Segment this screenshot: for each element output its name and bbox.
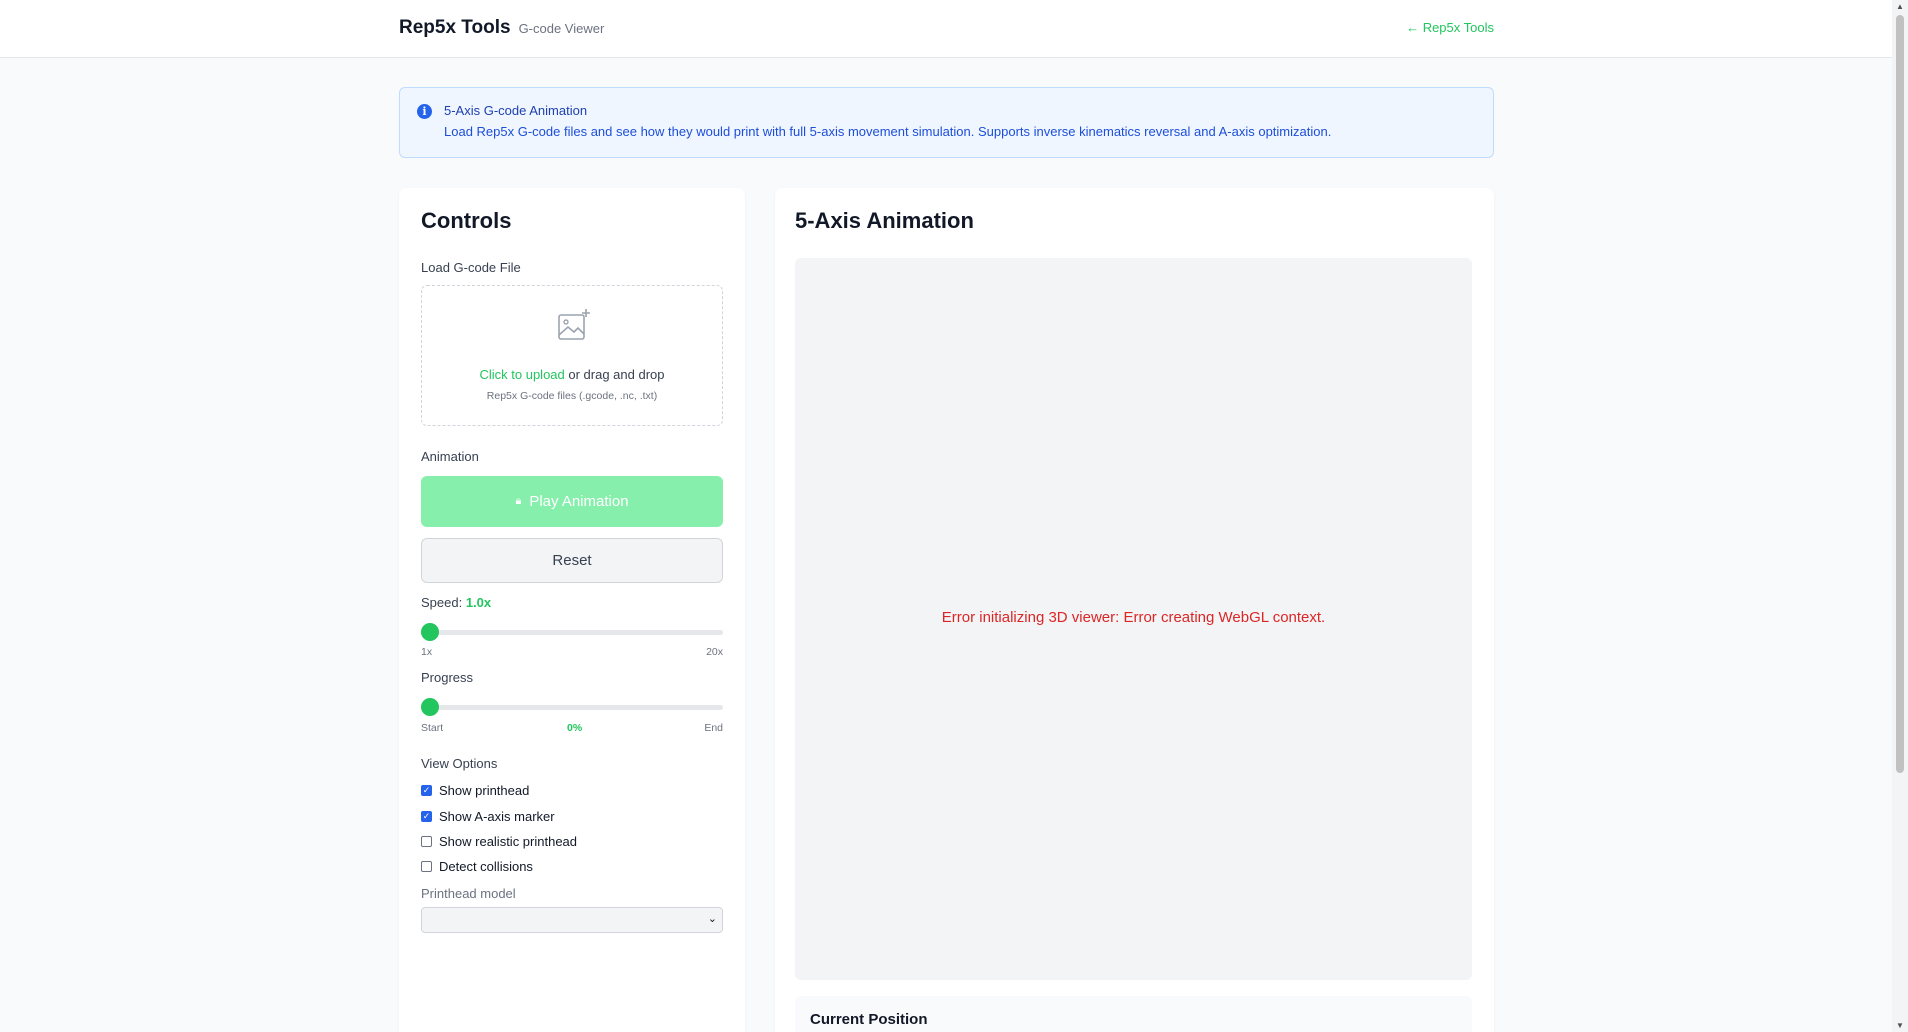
play-animation-label: Play Animation (529, 493, 629, 510)
3d-viewer[interactable]: Error initializing 3D viewer: Error crea… (795, 258, 1472, 980)
view-options-label: View Options (421, 756, 498, 771)
speed-min-label: 1x (421, 646, 433, 658)
view-option-label: Detect collisions (439, 859, 533, 874)
printhead-model-select[interactable]: ⌄ (421, 907, 723, 933)
speed-slider[interactable] (421, 623, 723, 641)
view-option-row[interactable]: ✓ Show A-axis marker (421, 809, 555, 824)
controls-panel: Controls Load G-code File Click to uploa… (399, 188, 745, 1032)
speed-value: 1.0x (465, 595, 492, 610)
viewer-error-message: Error initializing 3D viewer: Error crea… (941, 609, 1326, 626)
progress-start-label: Start (421, 722, 444, 734)
view-option-checkbox[interactable]: ✓ (421, 811, 432, 822)
progress-slider-thumb[interactable] (421, 698, 439, 716)
info-icon: i (417, 104, 432, 119)
view-option-row[interactable]: ✓ Show printhead (421, 783, 529, 798)
scrollbar-thumb[interactable] (1896, 15, 1904, 773)
controls-title: Controls (421, 208, 512, 233)
progress-end-label: End (704, 722, 723, 734)
view-option-row[interactable]: Show realistic printhead (421, 834, 577, 849)
view-option-label: Show realistic printhead (439, 834, 578, 849)
current-position-title: Current Position (810, 1011, 928, 1028)
printhead-model-label: Printhead model (421, 886, 516, 901)
progress-percent: 0% (567, 722, 583, 734)
current-position-card: Current Position (795, 996, 1472, 1032)
animation-panel: 5-Axis Animation Error initializing 3D v… (775, 188, 1494, 1032)
scroll-down-arrow-icon[interactable]: ▼ (1892, 1021, 1908, 1030)
brand: Rep5x Tools G-code Viewer (399, 17, 604, 39)
animation-label: Animation (421, 449, 479, 464)
speed-label-text: Speed: (421, 595, 466, 610)
scroll-up-arrow-icon[interactable]: ▲ (1892, 2, 1908, 11)
speed-max-label: 20x (706, 646, 723, 658)
click-to-upload-link[interactable]: Click to upload (479, 367, 564, 382)
info-banner: i 5-Axis G-code Animation Load Rep5x G-c… (399, 87, 1494, 158)
image-add-icon (558, 309, 590, 340)
chevron-down-icon: ⌄ (707, 913, 717, 925)
lock-icon: 🔒︎ (515, 495, 522, 507)
view-option-checkbox[interactable] (421, 861, 432, 872)
dropzone-hint: Rep5x G-code files (.gcode, .nc, .txt) (486, 390, 658, 402)
file-dropzone[interactable]: Click to upload or drag and drop Rep5x G… (421, 285, 723, 426)
brand-title[interactable]: Rep5x Tools (399, 17, 511, 39)
animation-title: 5-Axis Animation (795, 208, 974, 233)
top-bar: Rep5x Tools G-code Viewer ← Rep5x Tools (0, 0, 1892, 58)
view-option-label: Show A-axis marker (439, 809, 555, 824)
load-file-label: Load G-code File (421, 260, 521, 275)
info-title: 5-Axis G-code Animation (444, 103, 588, 118)
view-option-checkbox[interactable]: ✓ (421, 785, 432, 796)
back-to-tools-link[interactable]: ← Rep5x Tools (1406, 20, 1494, 35)
dropzone-rest-text: or drag and drop (564, 367, 665, 382)
brand-subtitle: G-code Viewer (518, 21, 605, 36)
play-animation-button[interactable]: 🔒︎ Play Animation (421, 476, 723, 527)
progress-slider[interactable] (421, 698, 723, 716)
dropzone-text: Click to upload or drag and drop (422, 367, 722, 382)
reset-button[interactable]: Reset (421, 538, 723, 583)
view-option-row[interactable]: Detect collisions (421, 859, 533, 874)
speed-label: Speed: 1.0x (421, 595, 491, 610)
progress-label: Progress (421, 670, 474, 685)
view-option-checkbox[interactable] (421, 836, 432, 847)
page-scrollbar[interactable]: ▲ ▼ (1892, 0, 1908, 1032)
view-option-label: Show printhead (439, 783, 530, 798)
speed-slider-thumb[interactable] (421, 623, 439, 641)
info-text: Load Rep5x G-code files and see how they… (444, 124, 1332, 139)
